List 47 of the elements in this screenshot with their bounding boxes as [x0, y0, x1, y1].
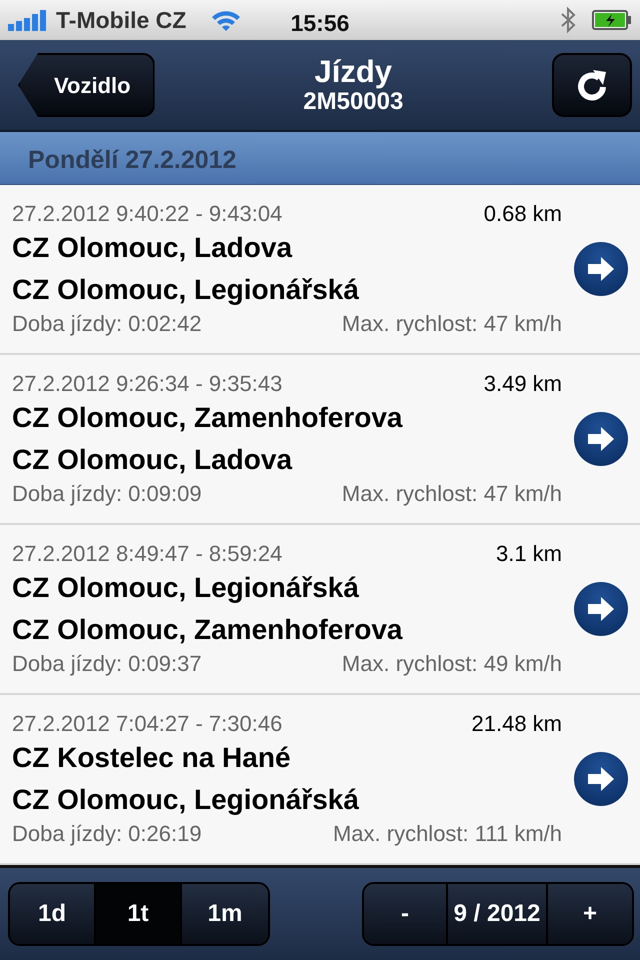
end-location: CZ Olomouc, Legionářská: [12, 783, 360, 817]
start-location: CZ Olomouc, Ladova: [12, 231, 294, 265]
trip-time: 27.2.2012 9:26:34 - 9:35:43: [12, 370, 282, 397]
trip-distance: 0.68 km: [484, 200, 562, 227]
max-speed: Max. rychlost: 47 km/h: [342, 481, 562, 508]
arrow-icon: [586, 256, 616, 282]
bluetooth-icon: [560, 6, 576, 34]
period-tab[interactable]: 1d: [10, 884, 96, 944]
start-location: CZ Kostelec na Hané: [12, 741, 292, 775]
detail-button[interactable]: [574, 582, 628, 636]
trip-duration: Doba jízdy: 0:09:37: [12, 651, 202, 678]
detail-button[interactable]: [574, 752, 628, 806]
trip-duration: Doba jízdy: 0:02:42: [12, 311, 202, 338]
trip-time: 27.2.2012 7:04:27 - 7:30:46: [12, 710, 282, 737]
battery-icon: [592, 9, 632, 31]
clock: 15:56: [290, 9, 350, 38]
trip-distance: 3.1 km: [496, 540, 562, 567]
vehicle-id: 2M50003: [303, 88, 404, 116]
trip-time: 27.2.2012 8:49:47 - 8:59:24: [12, 540, 282, 567]
next-button[interactable]: +: [548, 884, 632, 944]
trip-distance: 3.49 km: [484, 370, 562, 397]
period-tab[interactable]: 1m: [182, 884, 268, 944]
trip-duration: Doba jízdy: 0:09:09: [12, 481, 202, 508]
start-location: CZ Olomouc, Zamenhoferova: [12, 401, 404, 435]
end-location: CZ Olomouc, Ladova: [12, 443, 294, 477]
screen-title: Jízdy: [314, 54, 394, 89]
arrow-icon: [586, 766, 616, 792]
trip-duration: Doba jízdy: 0:26:19: [12, 821, 202, 848]
arrow-icon: [586, 426, 616, 452]
section-header: Pondělí 27.2.2012: [0, 132, 640, 185]
max-speed: Max. rychlost: 49 km/h: [342, 651, 562, 678]
previous-button[interactable]: -: [364, 884, 448, 944]
end-location: CZ Olomouc, Zamenhoferova: [12, 613, 404, 647]
arrow-icon: [586, 596, 616, 622]
detail-button[interactable]: [574, 242, 628, 296]
refresh-button[interactable]: [552, 53, 632, 117]
period-tab[interactable]: 1t: [96, 884, 182, 944]
carrier-name: T-Mobile CZ: [56, 6, 186, 35]
max-speed: Max. rychlost: 47 km/h: [342, 311, 562, 338]
start-location: CZ Olomouc, Legionářská: [12, 571, 360, 605]
end-location: CZ Olomouc, Legionářská: [12, 273, 360, 307]
detail-button[interactable]: [574, 412, 628, 466]
period-label: 9 / 2012: [448, 884, 548, 944]
trip-time: 27.2.2012 9:40:22 - 9:43:04: [12, 200, 282, 227]
trip-distance: 21.48 km: [472, 710, 562, 737]
max-speed: Max. rychlost: 111 km/h: [332, 821, 562, 848]
back-button[interactable]: Vozidlo: [18, 53, 155, 117]
